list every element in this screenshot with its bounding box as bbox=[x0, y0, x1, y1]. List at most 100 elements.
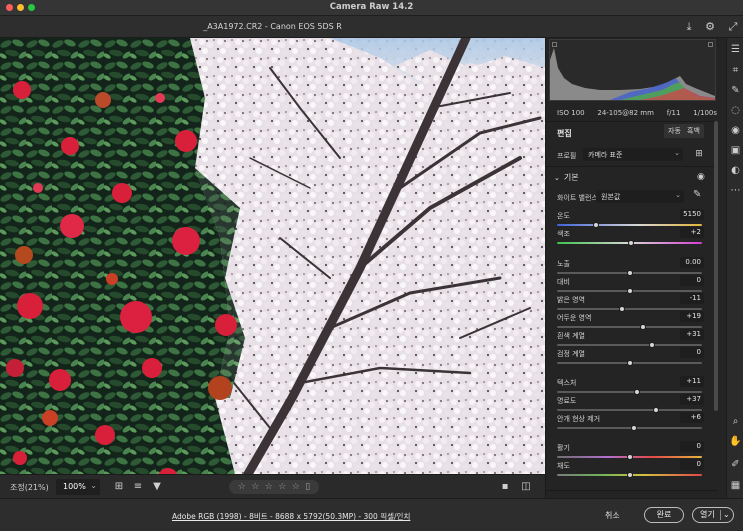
slider-thumb[interactable] bbox=[630, 425, 637, 431]
slider-thumb[interactable] bbox=[634, 389, 641, 395]
slider-row[interactable]: 채도 0 bbox=[557, 459, 704, 481]
presets-icon[interactable]: ◐ bbox=[728, 163, 743, 178]
slider-label: 흰색 계열 bbox=[557, 332, 585, 340]
before-after-icon[interactable]: ◫ bbox=[519, 480, 533, 494]
bottom-toolbar: 조정(21%) 100% ⌄ ⊞ ≡ ▼ ☆ ☆ ☆ ☆ ☆ ▯ ▪ ◫ bbox=[0, 474, 545, 498]
slider-value-input[interactable]: +37 bbox=[680, 394, 704, 405]
slider-thumb[interactable] bbox=[640, 324, 647, 330]
tool-strip: ☰ ⌗ ✎ ◌ ◉ ▣ ◐ ⋯ ⌕ ✋ ✐ ▦ bbox=[726, 38, 743, 498]
star-icon[interactable]: ☆ bbox=[278, 482, 286, 492]
done-button[interactable]: 완료 bbox=[644, 507, 684, 523]
grid-overlay-icon[interactable]: ▦ bbox=[728, 478, 743, 493]
slider-track[interactable] bbox=[557, 344, 702, 346]
star-icon[interactable]: ☆ bbox=[251, 482, 259, 492]
masking-icon[interactable]: ◌ bbox=[728, 103, 743, 118]
slider-value-input[interactable]: 0.00 bbox=[680, 257, 704, 268]
white-balance-select[interactable]: 원본값 ⌄ bbox=[596, 190, 684, 203]
slider-thumb[interactable] bbox=[653, 407, 660, 413]
profile-label: 프로필 bbox=[557, 152, 577, 160]
red-eye-icon[interactable]: ◉ bbox=[728, 123, 743, 138]
crop-icon[interactable]: ⌗ bbox=[728, 63, 743, 78]
zoom-fit-label[interactable]: 조정(21%) bbox=[10, 482, 49, 493]
star-icon[interactable]: ☆ bbox=[265, 482, 273, 492]
slider-value-input[interactable]: +11 bbox=[680, 376, 704, 387]
save-icon[interactable]: ⤓ bbox=[682, 20, 696, 34]
healing-brush-icon[interactable]: ✎ bbox=[728, 83, 743, 98]
slider-thumb[interactable] bbox=[648, 342, 655, 348]
slider-row[interactable]: 검정 계열 0 bbox=[557, 347, 704, 369]
open-button-label: 열기 bbox=[700, 510, 715, 519]
chevron-down-icon: ⌄ bbox=[554, 174, 560, 182]
panel-scrollbar[interactable] bbox=[714, 121, 718, 411]
slider-label: 명료도 bbox=[557, 397, 577, 405]
slider-value-input[interactable]: 5150 bbox=[680, 209, 704, 220]
sort-icon[interactable]: ≡ bbox=[131, 480, 145, 494]
slider-thumb[interactable] bbox=[626, 360, 633, 366]
slider-value-input[interactable]: 0 bbox=[680, 441, 704, 452]
cancel-button[interactable]: 취소 bbox=[605, 510, 620, 521]
photo-preview[interactable] bbox=[0, 38, 545, 474]
divider bbox=[546, 490, 718, 491]
slider-value-input[interactable]: -11 bbox=[680, 293, 704, 304]
slider-thumb[interactable] bbox=[626, 288, 633, 294]
slider-track[interactable] bbox=[557, 224, 702, 226]
slider-value-input[interactable]: 0 bbox=[680, 275, 704, 286]
slider-row[interactable]: 색조 +2 bbox=[557, 227, 704, 249]
slider-thumb[interactable] bbox=[626, 454, 633, 460]
more-icon[interactable]: ⋯ bbox=[728, 183, 743, 198]
slider-thumb[interactable] bbox=[627, 240, 634, 246]
slider-value-input[interactable]: +2 bbox=[680, 227, 704, 238]
profile-select[interactable]: 카메라 표준 ⌄ bbox=[583, 148, 683, 161]
expand-icon[interactable]: ⤢ bbox=[726, 20, 740, 34]
single-view-icon[interactable]: ▪ bbox=[498, 480, 512, 494]
slider-value-input[interactable]: +6 bbox=[680, 412, 704, 423]
highlight-clipping-toggle[interactable] bbox=[708, 42, 713, 47]
star-icon[interactable]: ☆ bbox=[292, 482, 300, 492]
trash-icon[interactable]: ▯ bbox=[305, 482, 310, 492]
shutter-value: 1/100s bbox=[693, 109, 717, 117]
edit-sliders-icon[interactable]: ☰ bbox=[728, 42, 743, 57]
slider-track[interactable] bbox=[557, 391, 702, 393]
filmstrip-icon[interactable]: ⊞ bbox=[112, 480, 126, 494]
slider-value-input[interactable]: +31 bbox=[680, 329, 704, 340]
slider-label: 활기 bbox=[557, 444, 570, 452]
slider-value-input[interactable]: +19 bbox=[680, 311, 704, 322]
hand-tool-icon[interactable]: ✋ bbox=[728, 434, 743, 449]
star-icon[interactable]: ☆ bbox=[238, 482, 246, 492]
star-rating[interactable]: ☆ ☆ ☆ ☆ ☆ ▯ bbox=[229, 480, 319, 494]
lens-value: 24-105@82 mm bbox=[597, 109, 654, 117]
slider-thumb[interactable] bbox=[626, 270, 633, 276]
black-white-button[interactable]: 흑백 bbox=[683, 124, 704, 138]
eyedropper-icon[interactable]: ✎ bbox=[693, 189, 701, 200]
profile-browser-icon[interactable]: ⊞ bbox=[693, 149, 705, 160]
file-bar: _A3A1972.CR2 - Canon EOS 5DS R ⤓ ⚙ ⤢ bbox=[0, 16, 743, 38]
slider-label: 어두운 영역 bbox=[557, 314, 592, 322]
slider-track[interactable] bbox=[557, 427, 702, 429]
basic-section-header[interactable]: ⌄ 기본 bbox=[554, 172, 579, 183]
slider-thumb[interactable] bbox=[626, 472, 633, 478]
zoom-tool-icon[interactable]: ⌕ bbox=[728, 414, 743, 429]
slider-label: 텍스처 bbox=[557, 379, 577, 387]
slider-row[interactable]: 안개 현상 제거 +6 bbox=[557, 412, 704, 434]
snapshots-icon[interactable]: ▣ bbox=[728, 143, 743, 158]
slider-track[interactable] bbox=[557, 409, 702, 411]
open-button[interactable]: 열기 ⌄ bbox=[692, 507, 734, 523]
slider-thumb[interactable] bbox=[618, 306, 625, 312]
color-sampler-icon[interactable]: ✐ bbox=[728, 457, 743, 472]
workflow-options-link[interactable]: Adobe RGB (1998) - 8비트 - 8688 x 5792(50.… bbox=[172, 511, 410, 522]
slider-label: 색조 bbox=[557, 230, 570, 238]
gear-icon[interactable]: ⚙ bbox=[703, 20, 717, 34]
zoom-select[interactable]: 100% ⌄ bbox=[56, 479, 100, 495]
slider-label: 검정 계열 bbox=[557, 350, 585, 358]
filter-icon[interactable]: ▼ bbox=[150, 480, 164, 494]
shadow-clipping-toggle[interactable] bbox=[552, 42, 557, 47]
slider-track[interactable] bbox=[557, 326, 702, 328]
slider-thumb[interactable] bbox=[593, 222, 600, 228]
chevron-down-icon[interactable]: ⌄ bbox=[723, 508, 730, 522]
aperture-value: f/11 bbox=[666, 109, 681, 117]
slider-value-input[interactable]: 0 bbox=[680, 459, 704, 470]
eye-icon[interactable]: ◉ bbox=[697, 172, 705, 182]
slider-track[interactable] bbox=[557, 308, 702, 310]
slider-value-input[interactable]: 0 bbox=[680, 347, 704, 358]
auto-button[interactable]: 자동 bbox=[664, 124, 685, 138]
